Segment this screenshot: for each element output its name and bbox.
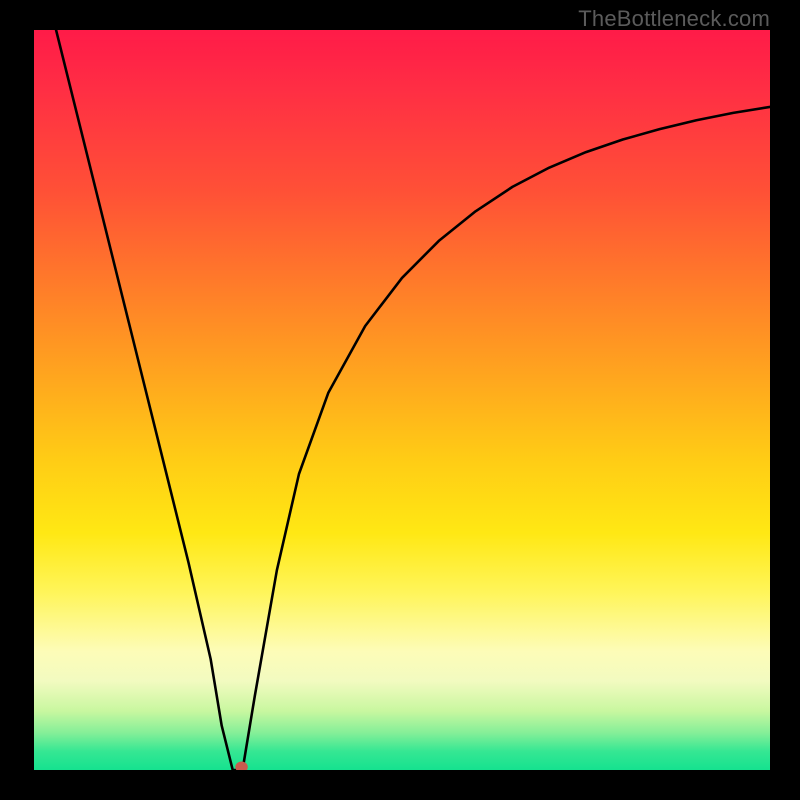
watermark-text: TheBottleneck.com — [578, 6, 770, 32]
curve-layer — [34, 30, 770, 770]
bottleneck-curve — [56, 30, 770, 770]
plot-area — [34, 30, 770, 770]
chart-frame: TheBottleneck.com — [0, 0, 800, 800]
optimal-point-marker — [235, 761, 248, 770]
